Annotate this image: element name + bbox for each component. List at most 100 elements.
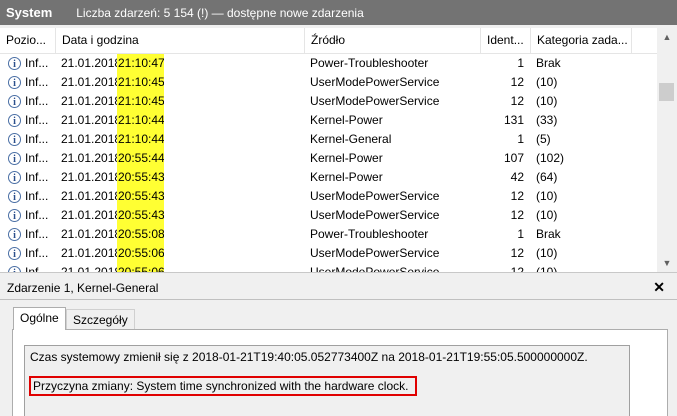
row-source: Kernel-Power	[310, 151, 383, 165]
table-row[interactable]: i Inf... 21.01.2018 21:10:45 UserModePowerSe…	[0, 73, 657, 92]
row-level-label: Inf...	[25, 56, 49, 70]
info-icon: i	[8, 247, 21, 260]
tab-details[interactable]: Szczegóły	[66, 309, 135, 330]
row-source: Kernel-Power	[310, 113, 383, 127]
scroll-down-icon[interactable]: ▼	[657, 254, 677, 272]
row-source: UserModePowerService	[310, 189, 440, 203]
row-date: 21.01.2018	[61, 265, 117, 272]
row-source: Kernel-General	[310, 132, 392, 146]
row-category: (10)	[536, 94, 558, 108]
column-id[interactable]: Ident...	[481, 28, 531, 53]
tab-general[interactable]: Ogólne	[13, 307, 66, 330]
row-source: Power-Troubleshooter	[310, 227, 429, 241]
row-level: i Inf...	[8, 92, 54, 111]
row-category: (10)	[536, 75, 558, 89]
scroll-up-icon[interactable]: ▲	[657, 28, 677, 46]
info-icon: i	[8, 57, 21, 70]
table-row[interactable]: i Inf... 21.01.201820:55:06 UserModePowerSe…	[0, 244, 657, 263]
row-level-label: Inf...	[25, 265, 49, 272]
row-level-label: Inf...	[25, 246, 49, 260]
table-row[interactable]: i Inf... 21.01.2018 21:10:47 Power-Troublesh…	[0, 54, 657, 73]
row-id: 107	[503, 151, 524, 165]
vertical-scrollbar[interactable]: ▲ ▼	[657, 28, 677, 272]
row-id: 12	[510, 75, 524, 89]
info-icon: i	[8, 76, 21, 89]
close-icon[interactable]: ✕	[653, 279, 665, 296]
table-row[interactable]: i Inf... 21.01.2018 20:55:43 UserModePowerSe…	[0, 187, 657, 206]
row-level: iInf...	[8, 263, 54, 272]
table-row[interactable]: iInf... 21.01.201820:55:06 UserModePowerSe…	[0, 263, 657, 272]
row-time: 21:10:47	[117, 54, 164, 73]
info-icon: i	[8, 95, 21, 108]
row-category: (10)	[536, 246, 558, 260]
row-level: iInf...	[8, 187, 54, 206]
row-time: 20:55:43	[117, 206, 164, 225]
row-time: 20:55:06	[117, 263, 164, 272]
row-level: iInf...	[8, 225, 54, 244]
row-time: 21:10:45	[117, 92, 164, 111]
table-row[interactable]: i Inf... 21.01.2018 20:55:43 UserModePowerSe…	[0, 206, 657, 225]
column-level[interactable]: Pozio...	[0, 28, 56, 53]
row-id: 12	[510, 265, 524, 272]
row-level: iInf...	[8, 168, 54, 187]
row-id: 131	[503, 113, 524, 127]
row-time: 20:55:43	[117, 187, 164, 206]
row-id: 1	[517, 227, 524, 241]
table-row[interactable]: i Inf... 21.01.2018 20:55:44 Kernel-Power 107…	[0, 149, 657, 168]
row-level: iInf...	[8, 206, 54, 225]
table-row[interactable]: i Inf... 21.01.2018 20:55:43 Kernel-Power 42 (…	[0, 168, 657, 187]
event-list[interactable]: Pozio... Data i godzina Źródło Ident... …	[0, 28, 677, 272]
row-level-label: Inf...	[25, 75, 49, 89]
description-line-reason: Przyczyna zmiany: System time synchroniz…	[29, 376, 418, 396]
column-category[interactable]: Kategoria zada...	[531, 28, 632, 53]
column-datetime[interactable]: Data i godzina	[56, 28, 305, 53]
row-date: 21.01.2018	[61, 94, 117, 108]
row-category: Brak	[536, 56, 561, 70]
row-date: 21.01.2018	[61, 151, 117, 165]
row-time: 20:55:06	[117, 244, 164, 263]
row-time: 20:55:44	[117, 149, 164, 168]
row-level: i Inf...	[8, 54, 54, 73]
row-source: UserModePowerService	[310, 246, 440, 260]
row-category: (5)	[536, 132, 551, 146]
pane-splitter[interactable]	[0, 272, 677, 277]
row-level-label: Inf...	[25, 94, 49, 108]
row-level-label: Inf...	[25, 170, 49, 184]
row-level-label: Inf...	[25, 227, 49, 241]
row-id: 12	[510, 208, 524, 222]
detail-title: Zdarzenie 1, Kernel-General	[7, 281, 159, 295]
row-category: (10)	[536, 208, 558, 222]
row-time: 21:10:44	[117, 130, 164, 149]
column-source[interactable]: Źródło	[305, 28, 481, 53]
table-row[interactable]: i Inf... 21.01.2018 21:10:44 Kernel-Power 131…	[0, 111, 657, 130]
row-category: (10)	[536, 265, 558, 272]
row-id: 12	[510, 189, 524, 203]
row-level-label: Inf...	[25, 208, 49, 222]
row-source: UserModePowerService	[310, 94, 440, 108]
table-row[interactable]: i Inf... 21.01.2018 20:55:08 Power-Troublesh…	[0, 225, 657, 244]
event-list-header: Pozio... Data i godzina Źródło Ident... …	[0, 28, 657, 54]
row-category: (33)	[536, 113, 558, 127]
scroll-thumb[interactable]	[659, 83, 674, 101]
row-category: Brak	[536, 227, 561, 241]
row-time: 21:10:45	[117, 73, 164, 92]
row-source: UserModePowerService	[310, 265, 440, 272]
table-row[interactable]: i Inf... 21.01.2018 21:10:45 UserModePowerSe…	[0, 92, 657, 111]
row-category: (102)	[536, 151, 565, 165]
row-level-label: Inf...	[25, 113, 49, 127]
row-level-label: Inf...	[25, 189, 49, 203]
row-date: 21.01.2018	[61, 75, 117, 89]
row-date: 21.01.2018	[61, 246, 117, 260]
event-rows: i Inf... 21.01.2018 21:10:47 Power-Troublesh…	[0, 54, 657, 272]
row-level-label: Inf...	[25, 151, 49, 165]
row-id: 12	[510, 246, 524, 260]
row-time: 20:55:43	[117, 168, 164, 187]
event-count: Liczba zdarzeń: 5 154 (!) — dostępne now…	[76, 5, 364, 20]
row-source: UserModePowerService	[310, 208, 440, 222]
row-level: i Inf...	[8, 73, 54, 92]
info-icon: i	[8, 114, 21, 127]
row-date: 21.01.2018	[61, 132, 117, 146]
row-id: 42	[510, 170, 524, 184]
table-row[interactable]: i Inf... 21.01.2018 21:10:44 Kernel-General 1…	[0, 130, 657, 149]
row-date: 21.01.2018	[61, 208, 117, 222]
